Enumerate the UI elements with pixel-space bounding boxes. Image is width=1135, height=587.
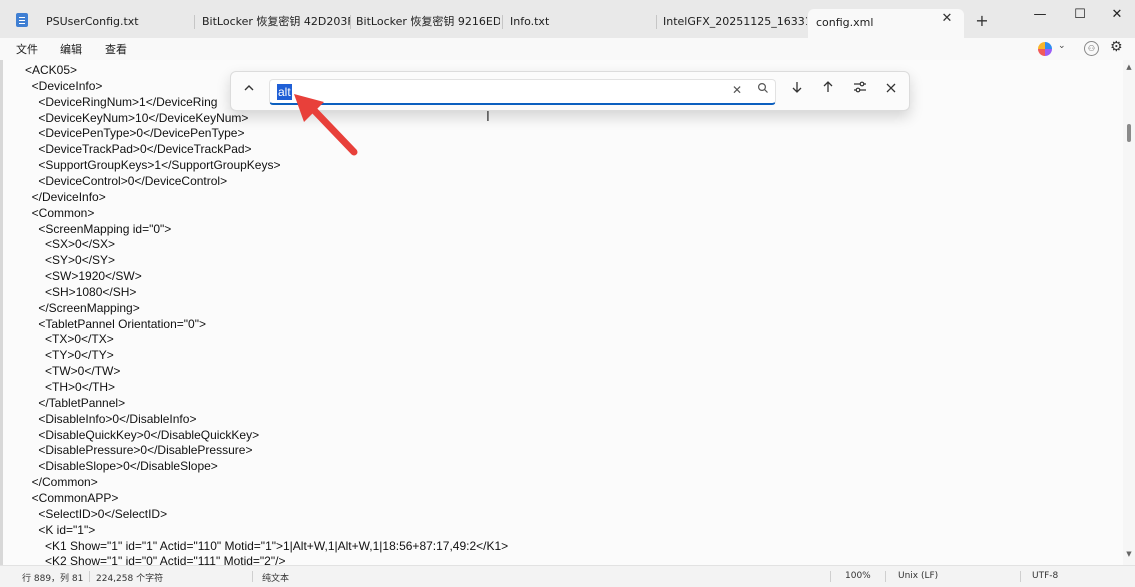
- status-separator: [252, 571, 253, 582]
- status-char-count: 224,258 个字符: [96, 574, 164, 584]
- sliders-icon[interactable]: [848, 80, 872, 102]
- maximize-button[interactable]: ☐: [1060, 3, 1100, 27]
- gear-icon[interactable]: ⚙: [1110, 39, 1123, 55]
- window-edge: [0, 60, 3, 565]
- code-line: <SH>1080</SH>: [25, 284, 137, 299]
- new-tab-button[interactable]: +: [972, 11, 992, 31]
- code-line: <K2 Show="1" id="0" Actid="111" Motid="2…: [25, 554, 286, 565]
- status-separator: [89, 571, 90, 582]
- text-editor[interactable]: <ACK05> <DeviceInfo> <DeviceRingNum>1</D…: [0, 60, 1123, 565]
- tab-bitlocker-2[interactable]: BitLocker 恢复密钥 9216ED4C-AA(: [348, 8, 500, 38]
- code-line: <DeviceTrackPad>0</DeviceTrackPad>: [25, 142, 252, 157]
- code-line: <DeviceKeyNum>10</DeviceKeyNum>: [25, 110, 249, 125]
- status-zoom[interactable]: 100%: [845, 571, 871, 581]
- code-line: <TabletPannel Orientation="0">: [25, 316, 206, 331]
- status-line-ending[interactable]: Unix (LF): [898, 571, 938, 581]
- notepad-icon: [16, 13, 28, 27]
- scroll-up-icon[interactable]: ▲: [1125, 63, 1133, 71]
- code-line: <SX>0</SX>: [25, 237, 116, 252]
- title-bar: PSUserConfig.txt BitLocker 恢复密钥 42D203FD…: [0, 0, 1135, 38]
- code-line: <DisablePressure>0</DisablePressure>: [25, 443, 253, 458]
- arrow-up-icon[interactable]: [816, 80, 840, 102]
- code-line: <DevicePenType>0</DevicePenType>: [25, 126, 245, 141]
- status-position: 行 889，列 81: [22, 574, 84, 584]
- code-line: </TabletPannel>: [25, 395, 126, 410]
- tab-psuserconfig[interactable]: PSUserConfig.txt: [38, 8, 188, 38]
- search-icon[interactable]: [757, 82, 769, 97]
- scroll-down-icon[interactable]: ▼: [1125, 550, 1133, 558]
- code-line: <TH>0</TH>: [25, 380, 116, 394]
- chevron-down-icon[interactable]: ⌄: [1058, 41, 1066, 51]
- tab-config-xml-label: config.xml: [816, 16, 874, 29]
- code-line: </ScreenMapping>: [25, 300, 140, 315]
- code-line: <TW>0</TW>: [25, 364, 121, 379]
- account-icon[interactable]: ⚇: [1084, 41, 1099, 56]
- tab-info[interactable]: Info.txt: [502, 8, 652, 38]
- code-line: <K1 Show="1" id="1" Actid="110" Motid="1…: [25, 538, 509, 553]
- code-line: <DisableSlope>0</DisableSlope>: [25, 459, 218, 474]
- status-separator: [885, 571, 886, 582]
- menu-view[interactable]: 查看: [105, 41, 127, 57]
- text-cursor-icon: Ι: [486, 110, 490, 125]
- minimize-button[interactable]: —: [1020, 3, 1060, 27]
- status-encoding[interactable]: UTF-8: [1032, 571, 1058, 581]
- chevron-up-icon[interactable]: [237, 80, 261, 102]
- code-line: <DeviceControl>0</DeviceControl>: [25, 173, 228, 188]
- code-line: <DisableQuickKey>0</DisableQuickKey>: [25, 427, 260, 442]
- tab-bitlocker-1[interactable]: BitLocker 恢复密钥 42D203FD-E87: [194, 8, 350, 38]
- status-bar: 行 889，列 81 224,258 个字符 纯文本 100% Unix (LF…: [0, 565, 1135, 587]
- vertical-scrollbar[interactable]: ▲ ▼: [1123, 60, 1135, 565]
- status-separator: [830, 571, 831, 582]
- scroll-thumb[interactable]: [1127, 124, 1131, 142]
- code-line: <ScreenMapping id="0">: [25, 221, 172, 236]
- code-line: <TY>0</TY>: [25, 348, 114, 363]
- code-line: <SupportGroupKeys>1</SupportGroupKeys>: [25, 158, 281, 173]
- menu-bar: 文件 编辑 查看 ⌄ ⚇ ⚙: [0, 38, 1135, 60]
- code-line: <ACK05>: [25, 63, 78, 77]
- tab-intelgfx[interactable]: IntelGFX_20251125_163314_Install: [655, 8, 807, 38]
- code-line: <SW>1920</SW>: [25, 269, 142, 284]
- code-line: <CommonAPP>: [25, 490, 119, 505]
- arrow-down-icon[interactable]: [785, 80, 809, 102]
- code-line: <K id="1">: [25, 522, 96, 537]
- code-line: </Common>: [25, 475, 98, 490]
- code-line: <DeviceRingNum>1</DeviceRing: [25, 94, 218, 109]
- close-window-button[interactable]: ✕: [1097, 3, 1135, 27]
- code-line: <Common>: [25, 205, 95, 220]
- copilot-icon[interactable]: [1038, 42, 1052, 56]
- code-line: <DeviceInfo>: [25, 78, 103, 93]
- code-line: </DeviceInfo>: [25, 189, 106, 204]
- close-tab-button[interactable]: ✕: [935, 8, 959, 30]
- code-line: <SY>0</SY>: [25, 253, 116, 268]
- annotation-arrow-icon: [294, 94, 358, 156]
- code-line: <TX>0</TX>: [25, 332, 114, 347]
- menu-edit[interactable]: 编辑: [60, 41, 82, 57]
- code-line: <DisableInfo>0</DisableInfo>: [25, 411, 197, 426]
- menu-file[interactable]: 文件: [16, 41, 38, 57]
- close-icon[interactable]: [879, 80, 903, 102]
- clear-icon[interactable]: ✕: [732, 83, 742, 97]
- status-separator: [1020, 571, 1021, 582]
- status-format: 纯文本: [262, 574, 290, 584]
- code-line: <SelectID>0</SelectID>: [25, 506, 168, 521]
